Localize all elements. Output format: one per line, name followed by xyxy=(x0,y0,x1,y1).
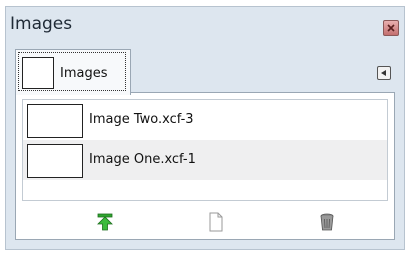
tab-menu-arrow-icon xyxy=(381,70,386,76)
close-button[interactable] xyxy=(383,20,399,36)
images-panel: Image Two.xcf-3 Image One.xcf-1 xyxy=(15,92,395,240)
image-thumbnail xyxy=(27,144,83,178)
new-display-icon xyxy=(209,212,223,232)
list-item[interactable]: Image Two.xcf-3 xyxy=(23,100,387,140)
image-list[interactable]: Image Two.xcf-3 Image One.xcf-1 xyxy=(22,99,388,201)
raise-view-icon xyxy=(97,213,113,231)
tab-images[interactable]: Images xyxy=(15,49,131,95)
close-icon xyxy=(387,24,395,32)
panel-toolbar xyxy=(22,209,388,235)
delete-button[interactable] xyxy=(316,211,338,233)
dock-title: Images xyxy=(10,14,73,34)
list-item[interactable]: Image One.xcf-1 xyxy=(23,140,387,180)
tab-menu-button[interactable] xyxy=(377,66,391,80)
images-dock: Images Images Image Two.xcf-3 Image One.… xyxy=(5,6,405,250)
raise-view-button[interactable] xyxy=(94,211,116,233)
image-name: Image Two.xcf-3 xyxy=(89,112,194,127)
delete-icon xyxy=(320,213,334,231)
tab-label: Images xyxy=(60,66,108,81)
image-thumbnail xyxy=(27,104,83,138)
image-name: Image One.xcf-1 xyxy=(89,152,196,167)
tab-strip: Images xyxy=(15,49,395,95)
new-display-button[interactable] xyxy=(205,211,227,233)
tab-thumbnail xyxy=(22,57,54,89)
